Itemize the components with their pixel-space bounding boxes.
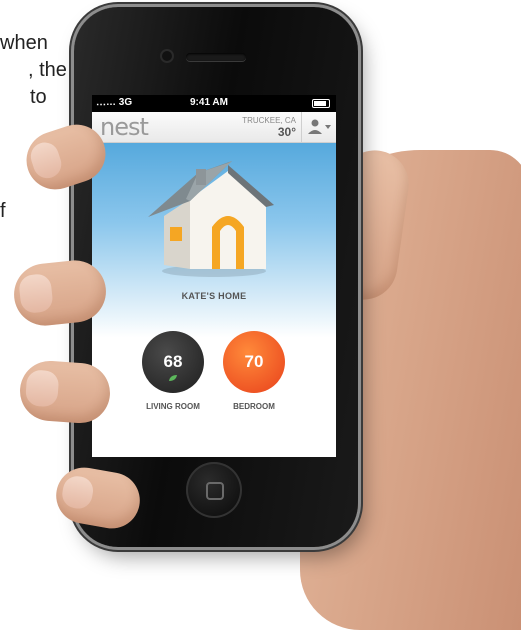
- app-header: nest TRUCKEE, CA 30°: [92, 112, 336, 143]
- house-icon[interactable]: [142, 161, 286, 279]
- background-text-line: f: [0, 200, 6, 222]
- room-label-bedroom: BEDROOM: [233, 402, 275, 411]
- background-text-line: , the: [28, 59, 67, 81]
- header-divider: [301, 112, 302, 142]
- hand-finger: [18, 358, 112, 426]
- phone: ․‥… 3G 9:41 AM nest TRUCKEE, CA 30° KATE…: [74, 7, 358, 547]
- battery-icon: [312, 99, 330, 108]
- fingernail: [60, 474, 96, 511]
- fingernail: [18, 272, 54, 315]
- clock: 9:41 AM: [190, 97, 228, 108]
- phone-screen: ․‥… 3G 9:41 AM nest TRUCKEE, CA 30° KATE…: [92, 95, 336, 457]
- status-bar: ․‥… 3G 9:41 AM: [92, 95, 336, 112]
- thermostat-living-room[interactable]: 68: [142, 331, 204, 393]
- background-text-line: to: [30, 86, 47, 108]
- speaker-grille: [186, 53, 246, 61]
- thermostat-temperature: 70: [244, 352, 264, 371]
- front-camera-icon: [162, 51, 172, 61]
- home-button[interactable]: [186, 462, 242, 518]
- home-name[interactable]: KATE'S HOME: [92, 291, 336, 301]
- room-label-living-room: LIVING ROOM: [146, 402, 200, 411]
- thermostat-temperature: 68: [163, 352, 183, 371]
- leaf-icon: [169, 375, 177, 381]
- nest-logo: nest: [100, 113, 149, 141]
- location-label: TRUCKEE, CA: [242, 116, 296, 125]
- fingernail: [24, 369, 60, 408]
- fingernail: [27, 138, 65, 182]
- chevron-down-icon: [325, 125, 331, 129]
- signal-indicator: ․‥… 3G: [96, 97, 133, 108]
- background-text-line: when: [0, 32, 48, 54]
- account-menu-button[interactable]: [306, 117, 332, 137]
- outside-temperature: 30°: [277, 125, 296, 139]
- home-view: KATE'S HOME 68 70 LIVING ROOM BEDROOM: [92, 143, 336, 457]
- thermostat-bedroom[interactable]: 70: [223, 331, 285, 393]
- home-button-icon: [206, 482, 224, 500]
- user-icon: [308, 119, 331, 134]
